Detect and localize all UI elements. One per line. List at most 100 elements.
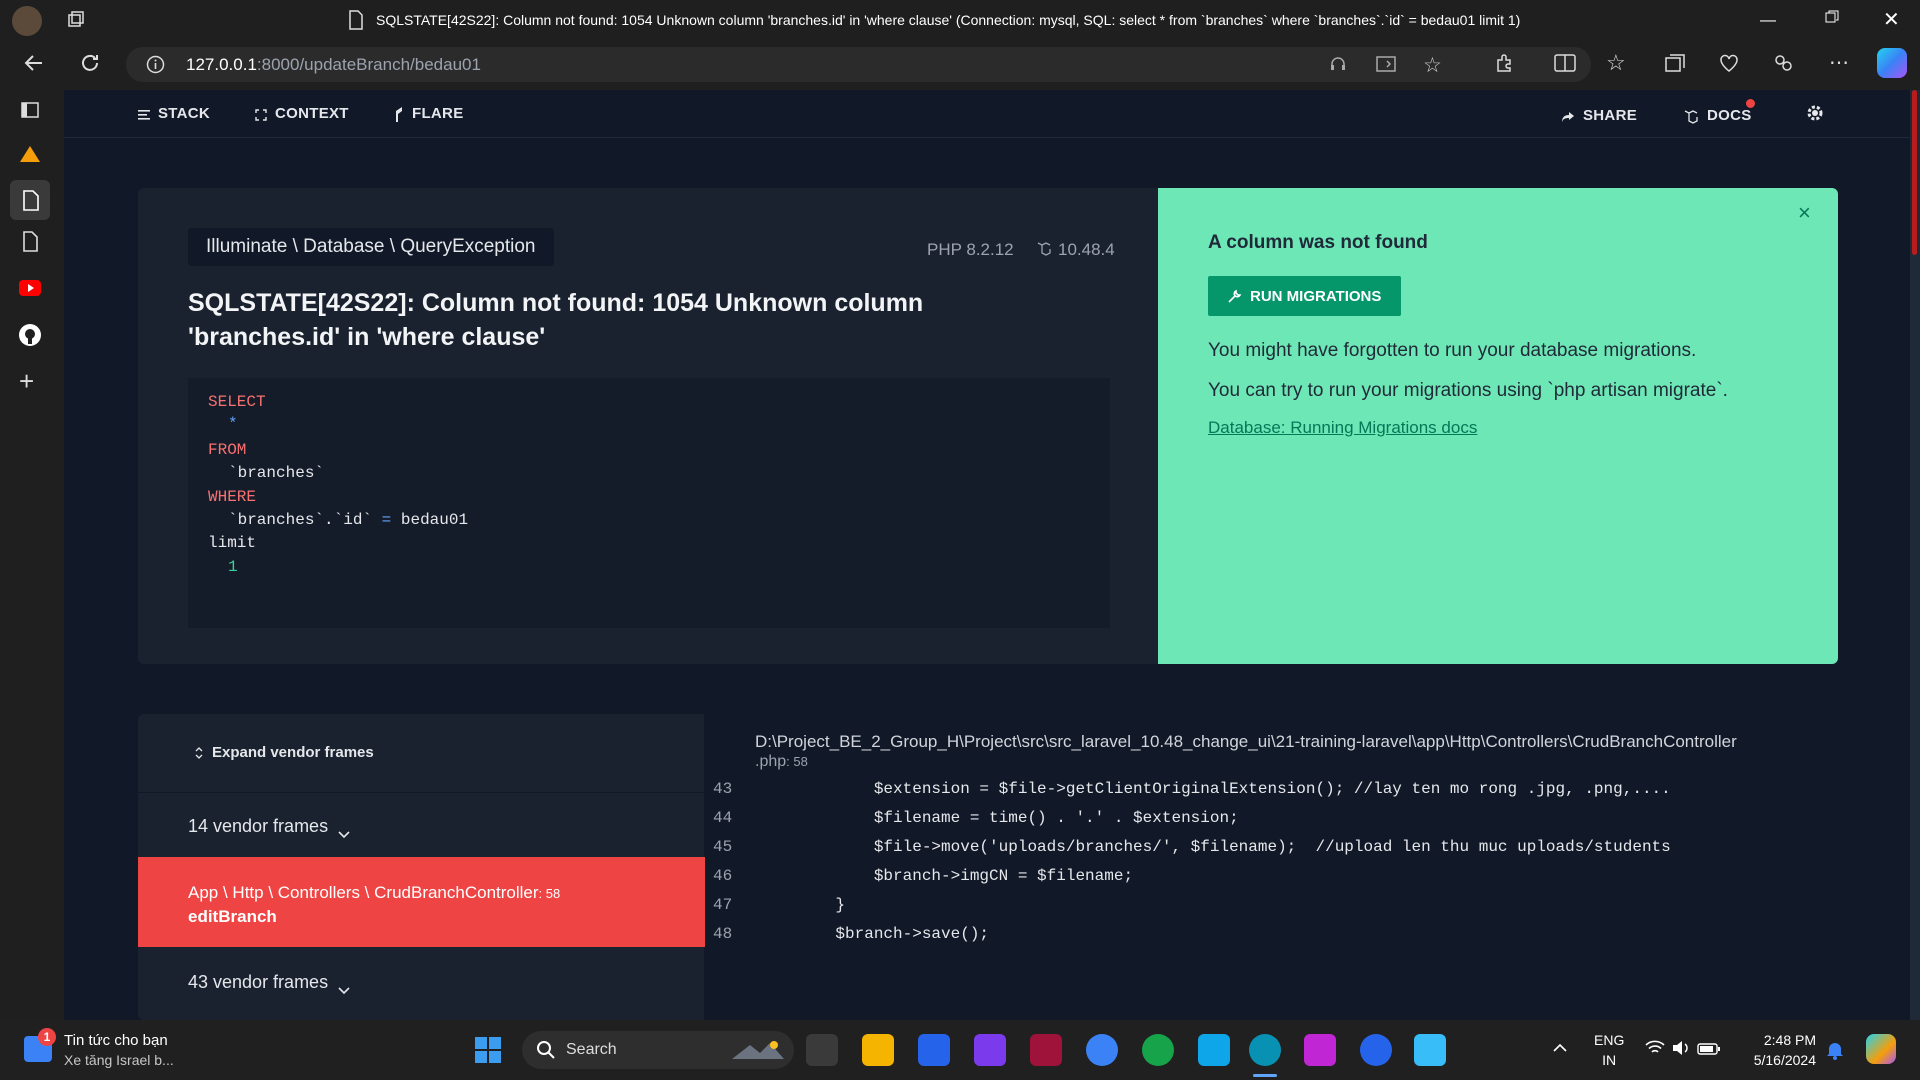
task-view-icon[interactable] <box>806 1034 838 1066</box>
nav-flare[interactable]: FLARE <box>394 105 464 122</box>
expand-chevrons-icon <box>194 746 204 760</box>
profile-sync-icon[interactable] <box>1772 52 1794 74</box>
window-title: SQLSTATE[42S22]: Column not found: 1054 … <box>376 12 1521 28</box>
volume-icon[interactable] <box>1672 1040 1690 1056</box>
browser-titlebar: SQLSTATE[42S22]: Column not found: 1054 … <box>0 0 1920 41</box>
code-line-text: $file->move('uploads/branches/', $filena… <box>797 838 1671 856</box>
url-text[interactable]: 127.0.0.1:8000/updateBranch/bedau01 <box>186 55 481 75</box>
code-line: 43 $extension = $file->getClientOriginal… <box>705 780 1838 810</box>
nav-docs[interactable]: DOCS <box>1683 99 1755 124</box>
phpstorm-icon[interactable] <box>1304 1034 1336 1066</box>
split-screen-icon[interactable] <box>1554 53 1576 73</box>
restore-button[interactable] <box>1825 10 1839 24</box>
copilot-taskbar-icon[interactable] <box>1866 1034 1896 1064</box>
page-file-icon <box>347 10 365 30</box>
xbox-icon[interactable] <box>1142 1034 1174 1066</box>
visual-studio-icon[interactable] <box>974 1034 1006 1066</box>
clock[interactable]: 2:48 PM 5/16/2024 <box>1740 1030 1816 1070</box>
chevron-down-icon <box>338 823 350 838</box>
tab-page-icon[interactable] <box>20 230 40 252</box>
taskbar-search-box[interactable]: Search <box>522 1031 794 1069</box>
favorites-icon[interactable]: ☆ <box>1606 50 1626 76</box>
profile-avatar[interactable] <box>12 6 42 36</box>
flare-logo-icon <box>394 106 404 122</box>
file-path[interactable]: D:\Project_BE_2_Group_H\Project\src\src_… <box>755 732 1825 752</box>
news-subtitle[interactable]: Xe tăng Israel b... <box>64 1052 174 1068</box>
page-scrollbar[interactable] <box>1910 90 1920 1020</box>
vendor-frames-group-a[interactable]: 14 vendor frames <box>188 816 350 838</box>
code-line-text: $filename = time() . '.' . $extension; <box>797 809 1239 827</box>
youtube-tab-icon[interactable] <box>19 280 41 296</box>
code-line-number: 48 <box>713 925 733 943</box>
nav-stack-label: STACK <box>158 105 211 122</box>
close-window-button[interactable]: ✕ <box>1883 7 1900 32</box>
workspaces-icon[interactable] <box>66 10 86 30</box>
nav-share[interactable]: SHARE <box>1561 107 1637 124</box>
vendor-frames-group-b[interactable]: 43 vendor frames <box>188 972 350 994</box>
collections-icon[interactable] <box>1664 53 1686 73</box>
wifi-icon[interactable] <box>1645 1040 1665 1056</box>
site-info-icon[interactable] <box>146 55 165 74</box>
close-solution-button[interactable]: × <box>1798 200 1811 226</box>
news-title[interactable]: Tin tức cho bạn <box>64 1032 168 1049</box>
vscode-icon[interactable] <box>1198 1034 1230 1066</box>
minimize-button[interactable]: — <box>1760 12 1776 30</box>
scrollbar-thumb[interactable] <box>1912 90 1917 255</box>
run-migrations-button[interactable]: RUN MIGRATIONS <box>1208 276 1402 316</box>
read-aloud-icon[interactable] <box>1329 55 1347 73</box>
docs-laravel-icon <box>1683 108 1699 124</box>
extensions-icon[interactable] <box>1494 52 1516 74</box>
immersive-reader-icon[interactable] <box>1376 55 1396 73</box>
language-indicator[interactable]: ENG IN <box>1594 1030 1624 1070</box>
active-tab-page-icon[interactable] <box>10 180 50 220</box>
nav-stack[interactable]: STACK <box>138 105 210 122</box>
battery-icon[interactable] <box>1697 1042 1721 1055</box>
keyboard-region: IN <box>1602 1052 1617 1068</box>
url-path: :8000/updateBranch/bedau01 <box>256 55 481 74</box>
favorite-star-icon[interactable]: ☆ <box>1423 53 1442 78</box>
nav-share-label: SHARE <box>1583 107 1638 124</box>
github-tab-icon[interactable] <box>19 324 41 346</box>
laravel-logo-icon <box>1036 240 1052 258</box>
migrations-docs-link[interactable]: Database: Running Migrations docs <box>1208 418 1477 438</box>
run-migrations-label: RUN MIGRATIONS <box>1250 287 1382 305</box>
code-snippet: D:\Project_BE_2_Group_H\Project\src\src_… <box>705 714 1838 1020</box>
show-hidden-icons[interactable] <box>1552 1040 1568 1052</box>
error-page-nav: STACK CONTEXT FLARE SHARE DOCS <box>64 90 1910 138</box>
code-line-number: 46 <box>713 867 733 885</box>
tab-favicon-1-icon[interactable] <box>18 144 42 164</box>
sql-table: `branches` <box>228 464 325 482</box>
edge-browser-icon[interactable] <box>1249 1034 1281 1066</box>
mysql-workbench-icon[interactable] <box>1030 1034 1062 1066</box>
vendor-frames-a-label: 14 vendor frames <box>188 816 329 836</box>
address-bar[interactable]: 127.0.0.1:8000/updateBranch/bedau01 ☆ <box>126 47 1591 82</box>
copilot-icon[interactable] <box>1877 48 1907 78</box>
taskbar-search-label: Search <box>566 1041 617 1058</box>
code-line-number: 45 <box>713 838 733 856</box>
messenger-icon[interactable] <box>1086 1034 1118 1066</box>
new-tab-icon[interactable]: + <box>19 366 34 397</box>
expand-vendor-frames-button[interactable]: Expand vendor frames <box>194 744 374 761</box>
settings-gear-icon[interactable] <box>1805 103 1825 123</box>
more-menu-icon[interactable]: ⋯ <box>1829 50 1850 75</box>
app-frame-selected[interactable]: App \ Http \ Controllers \ CrudBranchCon… <box>138 857 705 947</box>
windows-start-icon[interactable] <box>474 1036 502 1064</box>
file-explorer-icon[interactable] <box>862 1034 894 1066</box>
clock-date: 5/16/2024 <box>1753 1052 1816 1068</box>
notification-bell-icon[interactable] <box>1826 1040 1844 1060</box>
browser-essentials-icon[interactable] <box>1718 52 1740 74</box>
notepad-icon[interactable] <box>1414 1034 1446 1066</box>
microsoft-store-icon[interactable] <box>918 1034 950 1066</box>
back-icon[interactable] <box>22 51 46 75</box>
zalo-icon[interactable] <box>1360 1034 1392 1066</box>
tab-actions-icon[interactable] <box>20 100 40 120</box>
nav-context[interactable]: CONTEXT <box>255 105 349 122</box>
laravel-version-text: 10.48.4 <box>1058 240 1115 259</box>
news-badge: 1 <box>38 1028 56 1046</box>
app-frame-method: editBranch <box>188 907 277 926</box>
refresh-icon[interactable] <box>78 51 102 75</box>
code-line-text: $branch->save(); <box>797 925 990 943</box>
sql-query-block: SELECT * FROM `branches` WHERE `branches… <box>188 378 1110 628</box>
frames-list: Expand vendor frames 14 vendor frames Ap… <box>138 714 705 1020</box>
code-line-number: 43 <box>713 780 733 798</box>
